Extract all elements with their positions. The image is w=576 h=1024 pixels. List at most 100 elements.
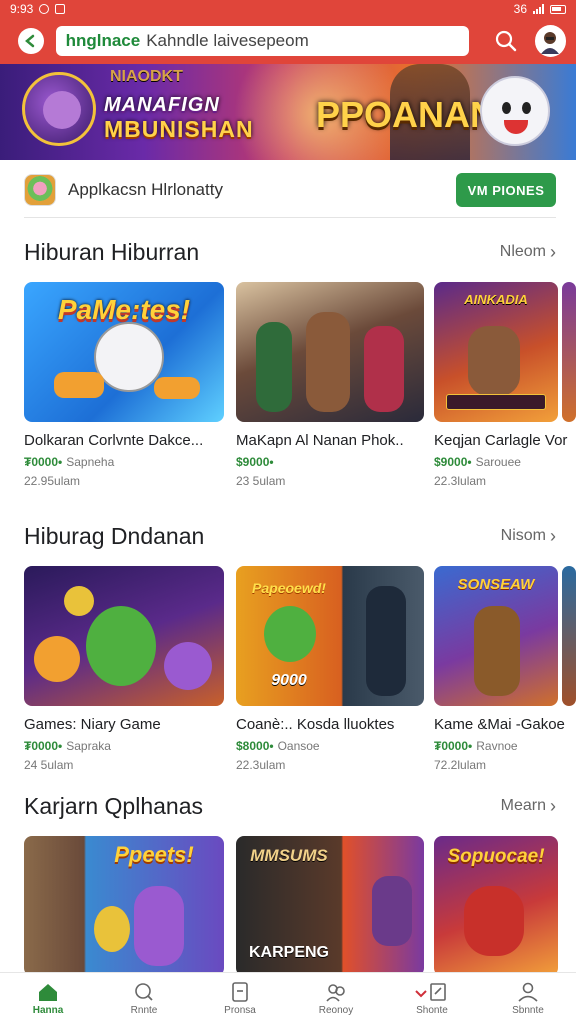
card-meta: 72.2lulam — [434, 758, 487, 772]
search-brand: hnglnace — [65, 31, 141, 50]
nav-label: Reonoy — [318, 1004, 354, 1016]
header: hnglnace Kahndle laivesepeom — [0, 18, 576, 64]
chevron-right-icon: › — [550, 241, 556, 262]
card-price: ₮0000• — [24, 455, 63, 469]
back-button[interactable] — [18, 28, 44, 54]
thumbnail-text: KARPENG — [248, 944, 329, 961]
game-thumbnail: SONSEAW — [434, 566, 558, 706]
search-icon — [495, 30, 516, 52]
top-app-bar: 9:93 36 hnglnace Kahndle laivesepeom — [0, 0, 576, 64]
search-button[interactable] — [489, 24, 522, 58]
promo-banner[interactable]: NIAODKT MANAFIGN MBUNISHAN PPOANAN — [0, 64, 576, 160]
signal-icon — [533, 4, 544, 14]
nav-library[interactable]: Shonte — [384, 973, 480, 1024]
banner-mascot — [480, 76, 550, 146]
card-price: ₮0000• — [24, 739, 63, 753]
arrow-left-icon — [24, 34, 35, 48]
chevron-right-icon: › — [550, 525, 556, 546]
game-card[interactable]: MaKapn Al Nanan Phok.. $9000• 23 5ulam — [236, 282, 424, 488]
see-more-link[interactable]: Mearn › — [501, 796, 556, 817]
card-title: Kame &Mai -Gakoe — [434, 716, 565, 733]
thumbnail-text: PaMe:tes! — [57, 294, 191, 325]
banner-top-text: NIAODKT — [110, 68, 183, 85]
search-query: Kahndle laivesepeom — [146, 31, 309, 50]
thumbnail-text: SONSEAW — [457, 576, 535, 593]
people-icon — [326, 983, 345, 1002]
app-name: Applkacsn Hlrlonatty — [68, 180, 223, 199]
nav-search[interactable]: Rnnte — [96, 973, 192, 1024]
game-card-partial[interactable] — [562, 282, 576, 422]
section-title: Hiburag Dndanan — [24, 522, 205, 549]
game-card-partial[interactable] — [562, 566, 576, 706]
game-thumbnail: MMSUMS KARPENG — [236, 836, 424, 976]
featured-app-row: Applkacsn Hlrlonatty VM PIONES — [24, 170, 556, 210]
notification-icon — [39, 4, 50, 14]
nav-profile[interactable]: Sbnnte — [480, 973, 576, 1024]
open-app-button[interactable]: VM PIONES — [456, 173, 556, 207]
battery-icon — [550, 4, 566, 14]
card-meta: 22.3lulam — [434, 474, 487, 488]
thumbnail-text: MMSUMS — [250, 846, 328, 865]
card-title: Keqjan Carlagle Vor — [434, 432, 568, 449]
card-meta: 22.3ulam — [236, 758, 286, 772]
nav-documents[interactable]: Pronsa — [192, 973, 288, 1024]
game-thumbnail: Ppeets! — [24, 836, 224, 976]
chevron-right-icon: › — [550, 795, 556, 816]
game-thumbnail — [236, 282, 424, 422]
banner-game-logo — [22, 72, 96, 146]
game-thumbnail: AINKADIA — [434, 282, 558, 422]
game-card[interactable]: Games: Niary Game ₮0000• Sapraka 24 5ulam — [24, 566, 224, 772]
card-meta: 22.95ulam — [24, 474, 81, 488]
game-card[interactable]: Sopuocae! — [434, 836, 558, 976]
card-price: ₮0000• — [434, 739, 473, 753]
message-icon — [55, 4, 66, 14]
search-input[interactable]: hnglnace Kahndle laivesepeom — [55, 26, 470, 56]
game-card[interactable]: Papeoewd! 9000 Coanè:.. Kosda lluoktes $… — [236, 566, 424, 772]
see-more-label: Mearn — [500, 797, 546, 814]
bottom-navigation: Hanna Rnnte Pronsa Reonoy Shonte Sbnnte — [0, 972, 576, 1024]
banner-title-line2: MBUNISHAN — [104, 116, 254, 142]
game-thumbnail — [562, 282, 576, 422]
thumbnail-text: Sopuocae! — [447, 846, 545, 867]
nav-label: Shonte — [416, 1004, 448, 1016]
game-card[interactable]: MMSUMS KARPENG — [236, 836, 424, 976]
section-2: Hiburag Dndanan Nisom › Games: Niary Gam… — [0, 518, 576, 776]
section-title: Hiburan Hiburran — [24, 238, 200, 265]
thumbnail-text: Papeoewd! — [252, 580, 326, 596]
card-title: Dolkaran Corlvnte Dakce... — [24, 432, 204, 449]
card-title: Games: Niary Game — [24, 716, 161, 733]
nav-label: Pronsa — [224, 1004, 256, 1016]
nav-home[interactable]: Hanna — [0, 973, 96, 1024]
game-thumbnail: Sopuocae! — [434, 836, 558, 976]
card-title: Coanè:.. Kosda lluoktes — [236, 716, 395, 733]
signal-text: 36 — [513, 2, 527, 16]
user-avatar-icon — [541, 32, 560, 54]
see-more-label: Nisom — [500, 527, 546, 544]
game-card[interactable]: Ppeets! — [24, 836, 224, 976]
card-note: Ravnoe — [476, 739, 518, 753]
status-time: 9:93 — [10, 2, 34, 16]
thumbnail-text: Ppeets! — [114, 842, 194, 867]
nav-label: Hanna — [32, 1004, 64, 1016]
book-icon — [415, 982, 446, 1001]
game-card[interactable]: SONSEAW Kame &Mai -Gakoe ₮0000• Ravnoe 72… — [434, 566, 576, 772]
banner-right-text: PPOANAN — [316, 94, 497, 135]
see-more-link[interactable]: Nisom › — [501, 526, 556, 547]
avatar[interactable] — [534, 25, 567, 57]
nav-people[interactable]: Reonoy — [288, 973, 384, 1024]
thumbnail-text: 9000 — [271, 672, 307, 689]
banner-title-line1: MANAFIGN — [104, 94, 220, 116]
card-title: MaKapn Al Nanan Phok.. — [236, 432, 404, 449]
card-note: Sarouee — [475, 455, 521, 469]
game-card[interactable]: PaMe:tes! Dolkaran Corlvnte Dakce... ₮00… — [24, 282, 224, 488]
person-icon — [518, 982, 538, 1002]
card-note: Sapneha — [66, 455, 115, 469]
card-meta: 23 5ulam — [236, 474, 286, 488]
see-more-link[interactable]: Nleom › — [500, 242, 556, 263]
section-3: Karjarn Qplhanas Mearn › Ppeets! MMSUMS … — [0, 788, 576, 976]
thumbnail-text: AINKADIA — [464, 292, 528, 307]
home-icon — [39, 983, 57, 1001]
game-thumbnail: PaMe:tes! — [24, 282, 224, 422]
game-card[interactable]: AINKADIA Keqjan Carlagle Vor $9000• Sarou… — [434, 282, 576, 488]
see-more-label: Nleom — [499, 243, 546, 260]
